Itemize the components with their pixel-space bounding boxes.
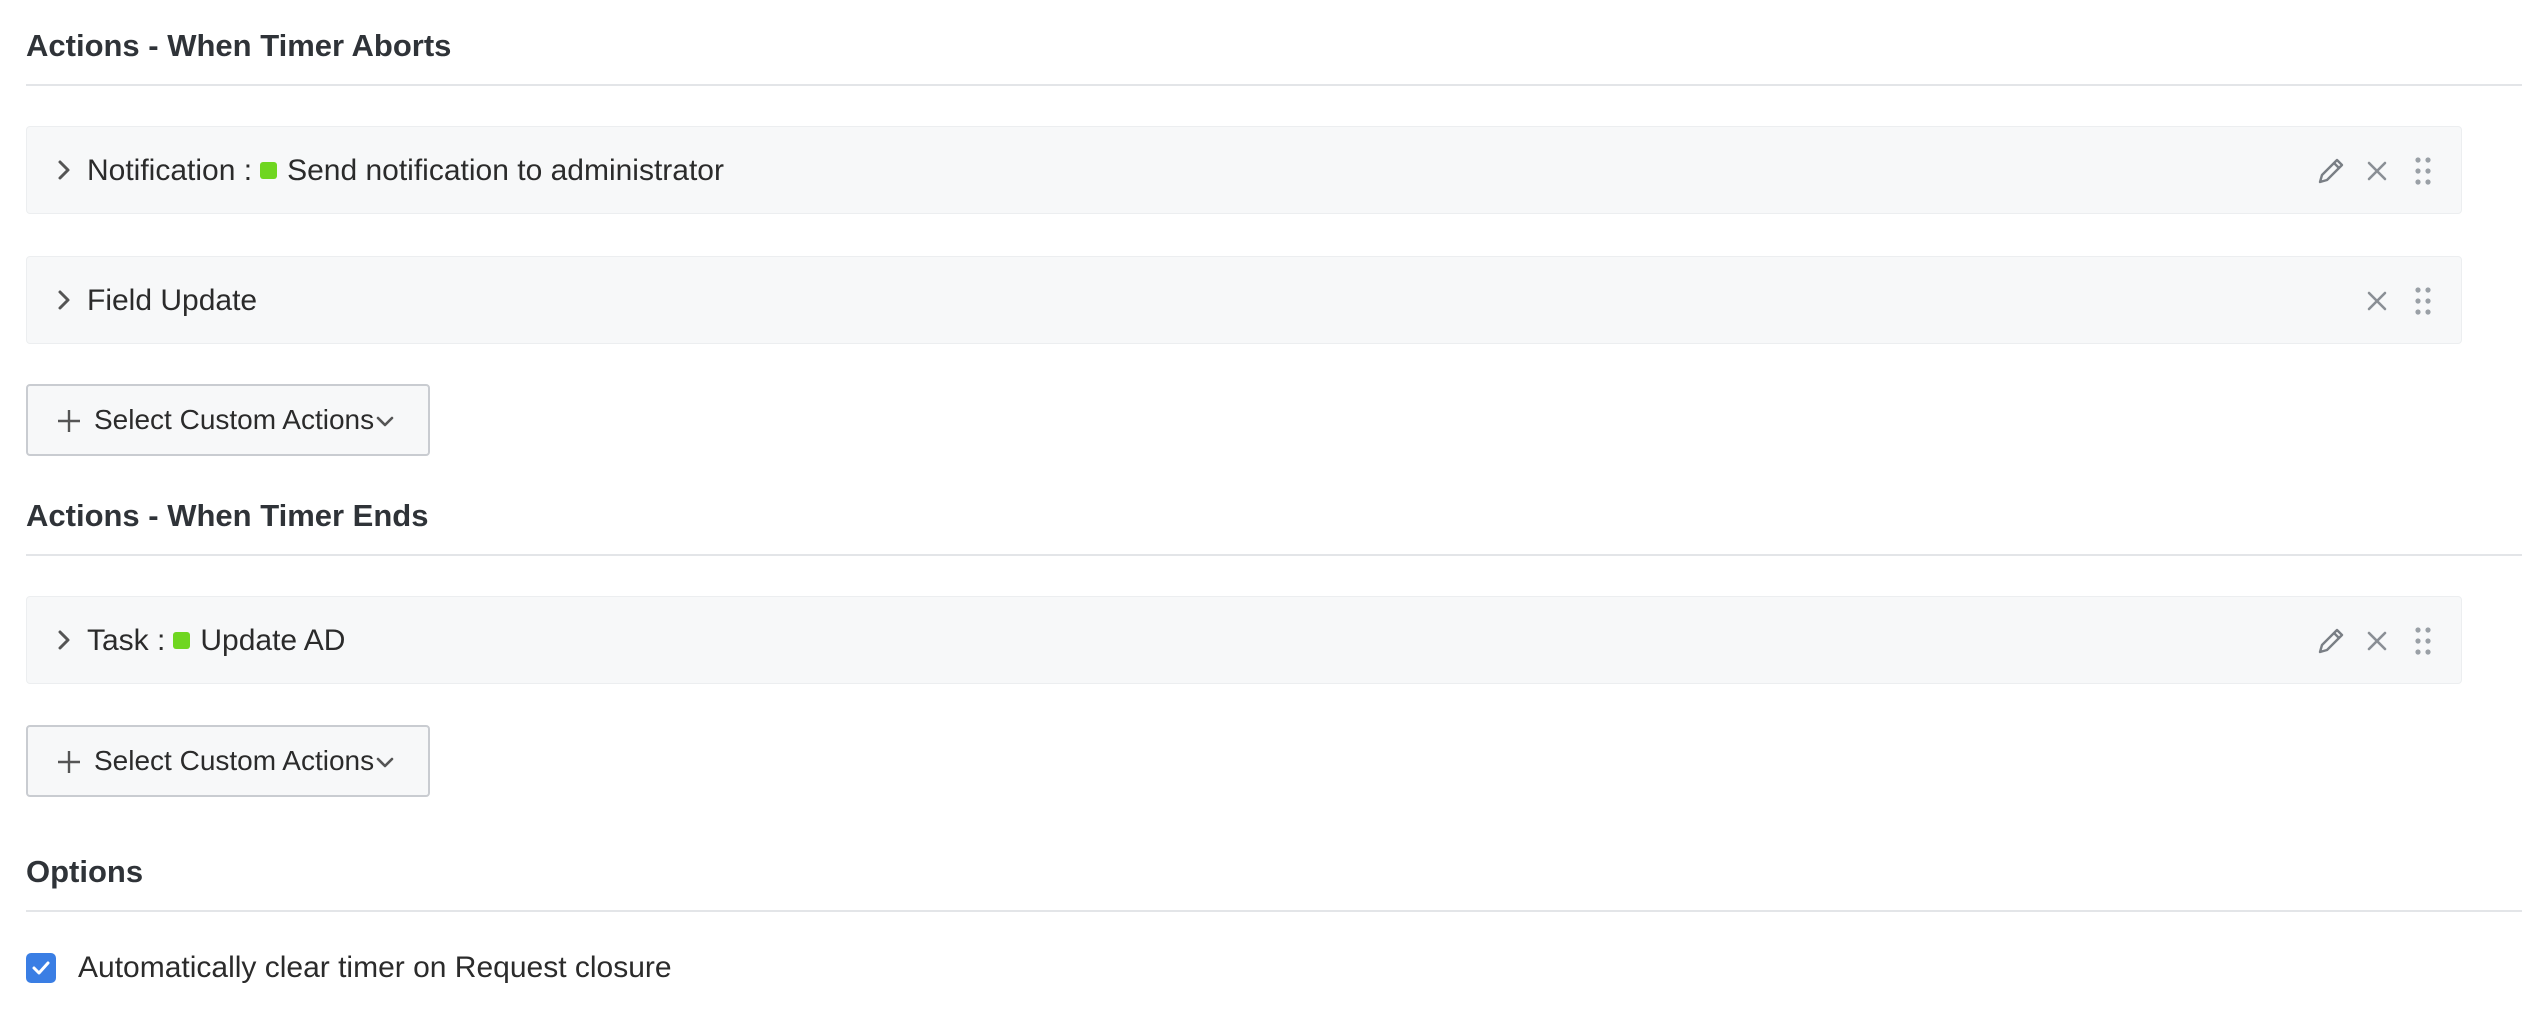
action-type-label: Field Update <box>87 284 258 317</box>
action-card-task[interactable]: Task : Update AD <box>26 596 2462 684</box>
checkmark-icon <box>32 961 50 975</box>
chevron-right-icon[interactable] <box>49 625 79 655</box>
option-auto-clear: Automatically clear timer on Request clo… <box>26 950 672 986</box>
drag-handle-icon <box>2415 287 2431 315</box>
auto-clear-label[interactable]: Automatically clear timer on Request clo… <box>78 951 672 985</box>
section-title-options: Options <box>26 854 144 889</box>
select-custom-actions-label: Select Custom Actions <box>94 404 375 435</box>
action-label: Task : Update AD <box>87 597 345 685</box>
section-title-ends: Actions - When Timer Ends <box>26 498 429 533</box>
auto-clear-checkbox[interactable] <box>26 953 56 983</box>
remove-button[interactable] <box>2357 281 2397 321</box>
action-label: Notification : Send notification to admin… <box>87 127 724 215</box>
chevron-down-icon <box>376 416 394 427</box>
action-card-controls <box>2351 281 2443 321</box>
timer-actions-page: Actions - When Timer Aborts Notification… <box>0 0 2522 1012</box>
status-indicator <box>173 631 191 649</box>
pencil-icon <box>2318 628 2344 654</box>
action-card-notification[interactable]: Notification : Send notification to admin… <box>26 126 2462 214</box>
remove-button[interactable] <box>2357 621 2397 661</box>
select-custom-actions-button-ends[interactable]: Select Custom Actions <box>26 725 430 797</box>
drag-handle[interactable] <box>2403 151 2443 191</box>
action-label: Field Update <box>87 257 257 345</box>
chevron-right-icon[interactable] <box>49 285 79 315</box>
pencil-icon <box>2318 158 2344 184</box>
section-header-options: Options <box>26 852 2522 912</box>
chevron-down-icon <box>376 757 394 768</box>
close-icon <box>2367 631 2387 651</box>
action-card-controls <box>2305 621 2443 661</box>
drag-handle-icon <box>2415 157 2431 185</box>
status-indicator <box>260 161 278 179</box>
edit-button[interactable] <box>2311 151 2351 191</box>
section-header-ends: Actions - When Timer Ends <box>26 496 2522 556</box>
select-custom-actions-button-aborts[interactable]: Select Custom Actions <box>26 384 430 456</box>
edit-button[interactable] <box>2311 621 2351 661</box>
select-custom-actions-label: Select Custom Actions <box>94 745 375 776</box>
action-type-label: Notification : <box>87 154 253 187</box>
section-header-aborts: Actions - When Timer Aborts <box>26 26 2522 86</box>
chevron-right-icon[interactable] <box>49 155 79 185</box>
action-value: Send notification to administrator <box>287 154 724 187</box>
action-type-label: Task : <box>87 624 166 657</box>
remove-button[interactable] <box>2357 151 2397 191</box>
drag-handle[interactable] <box>2403 621 2443 661</box>
action-value: Update AD <box>200 624 346 657</box>
action-card-field-update[interactable]: Field Update <box>26 256 2462 344</box>
plus-icon <box>58 751 80 773</box>
section-title-aborts: Actions - When Timer Aborts <box>26 28 452 63</box>
close-icon <box>2367 161 2387 181</box>
drag-handle[interactable] <box>2403 281 2443 321</box>
action-card-controls <box>2305 151 2443 191</box>
close-icon <box>2367 291 2387 311</box>
plus-icon <box>58 410 80 432</box>
drag-handle-icon <box>2415 627 2431 655</box>
